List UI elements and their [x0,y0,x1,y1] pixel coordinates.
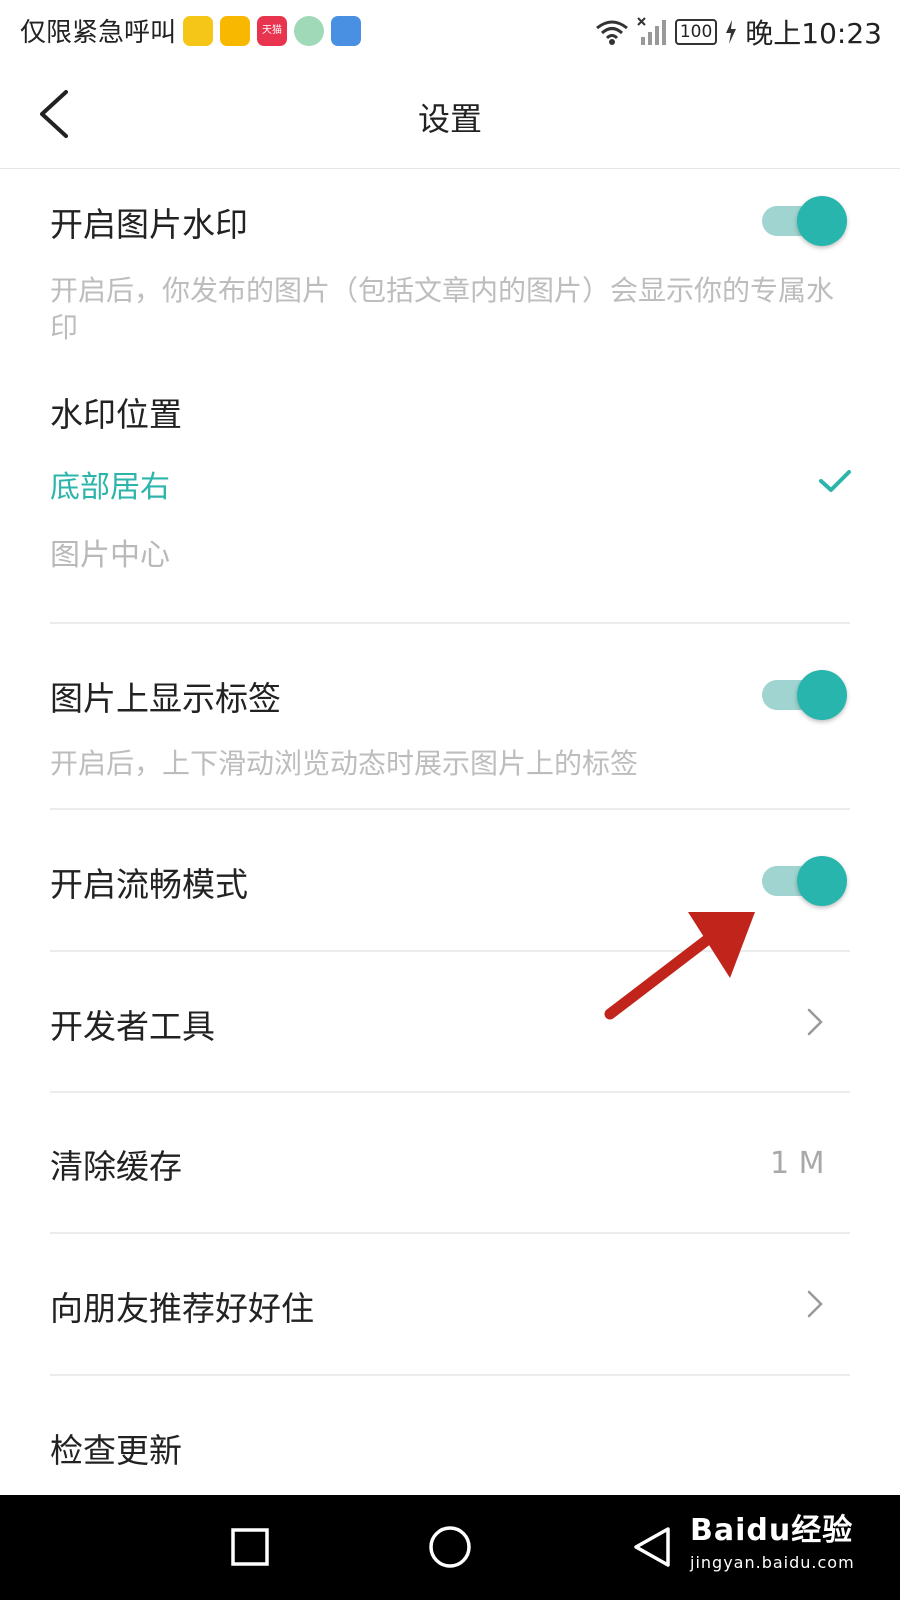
divider [50,1091,850,1093]
show-tags-label: 图片上显示标签 [50,679,281,718]
watermark-description: 开启后，你发布的图片（包括文章内的图片）会显示你的专属水印 [50,274,835,344]
charging-icon [726,20,737,44]
baidu-jingyan-watermark: Baidu经验 jingyan.baidu.com [690,1505,855,1572]
back-triangle-icon[interactable] [632,1525,672,1569]
watermark-label: 开启图片水印 [50,205,248,244]
carrier-text: 仅限紧急呼叫 [20,18,177,48]
watermark-toggle[interactable] [762,196,848,246]
divider [50,808,850,810]
taxi-app-icon [220,15,251,46]
signal-icon [637,17,666,45]
position-option-bottom-right[interactable]: 底部居右 [50,462,170,506]
check-update-item[interactable]: 检查更新 [50,1424,182,1472]
page-title: 设置 [417,100,482,138]
cache-size-value: 1 M [770,1146,825,1181]
home-icon[interactable] [428,1525,472,1569]
divider [50,622,850,624]
smooth-mode-toggle[interactable] [762,856,848,906]
system-nav-bar: Baidu经验 jingyan.baidu.com [0,1495,900,1600]
position-option-center[interactable]: 图片中心 [50,530,170,574]
nav-bar: 设置 [0,62,900,169]
status-bar: 仅限紧急呼叫 天猫 100 晚上10:23 [0,0,900,62]
recommend-item[interactable]: 向朋友推荐好好住 [50,1282,314,1330]
show-tags-toggle[interactable] [762,670,848,720]
clock: 晚上10:23 [745,17,882,50]
status-left: 仅限紧急呼叫 天猫 [20,12,362,49]
divider [50,1374,850,1376]
developer-tools-item[interactable]: 开发者工具 [50,1000,215,1048]
wifi-icon [595,20,628,45]
recent-apps-icon[interactable] [230,1527,270,1567]
show-tags-description: 开启后，上下滑动浏览动态时展示图片上的标签 [50,747,639,780]
clear-cache-item[interactable]: 清除缓存 [50,1140,182,1188]
toggle-knob [797,856,847,906]
chevron-right-icon [807,1008,823,1036]
browser-icon [294,15,325,46]
battery-icon: 100 [674,19,718,45]
bulb-app-icon [331,15,362,46]
divider [50,1232,850,1234]
status-right: 100 晚上10:23 [595,12,882,52]
smooth-mode-label: 开启流畅模式 [50,865,248,904]
annotation-arrow-icon [604,912,755,1020]
watermark-url: jingyan.baidu.com [690,1553,855,1572]
messenger-icon [183,15,214,46]
chevron-right-icon [807,1290,823,1318]
toggle-knob [797,196,847,246]
tmall-icon: 天猫 [257,15,288,46]
watermark-position-label: 水印位置 [50,395,182,434]
watermark-brand: Baidu经验 [690,1513,854,1548]
toggle-knob [797,670,847,720]
checkmark-icon [819,470,851,492]
